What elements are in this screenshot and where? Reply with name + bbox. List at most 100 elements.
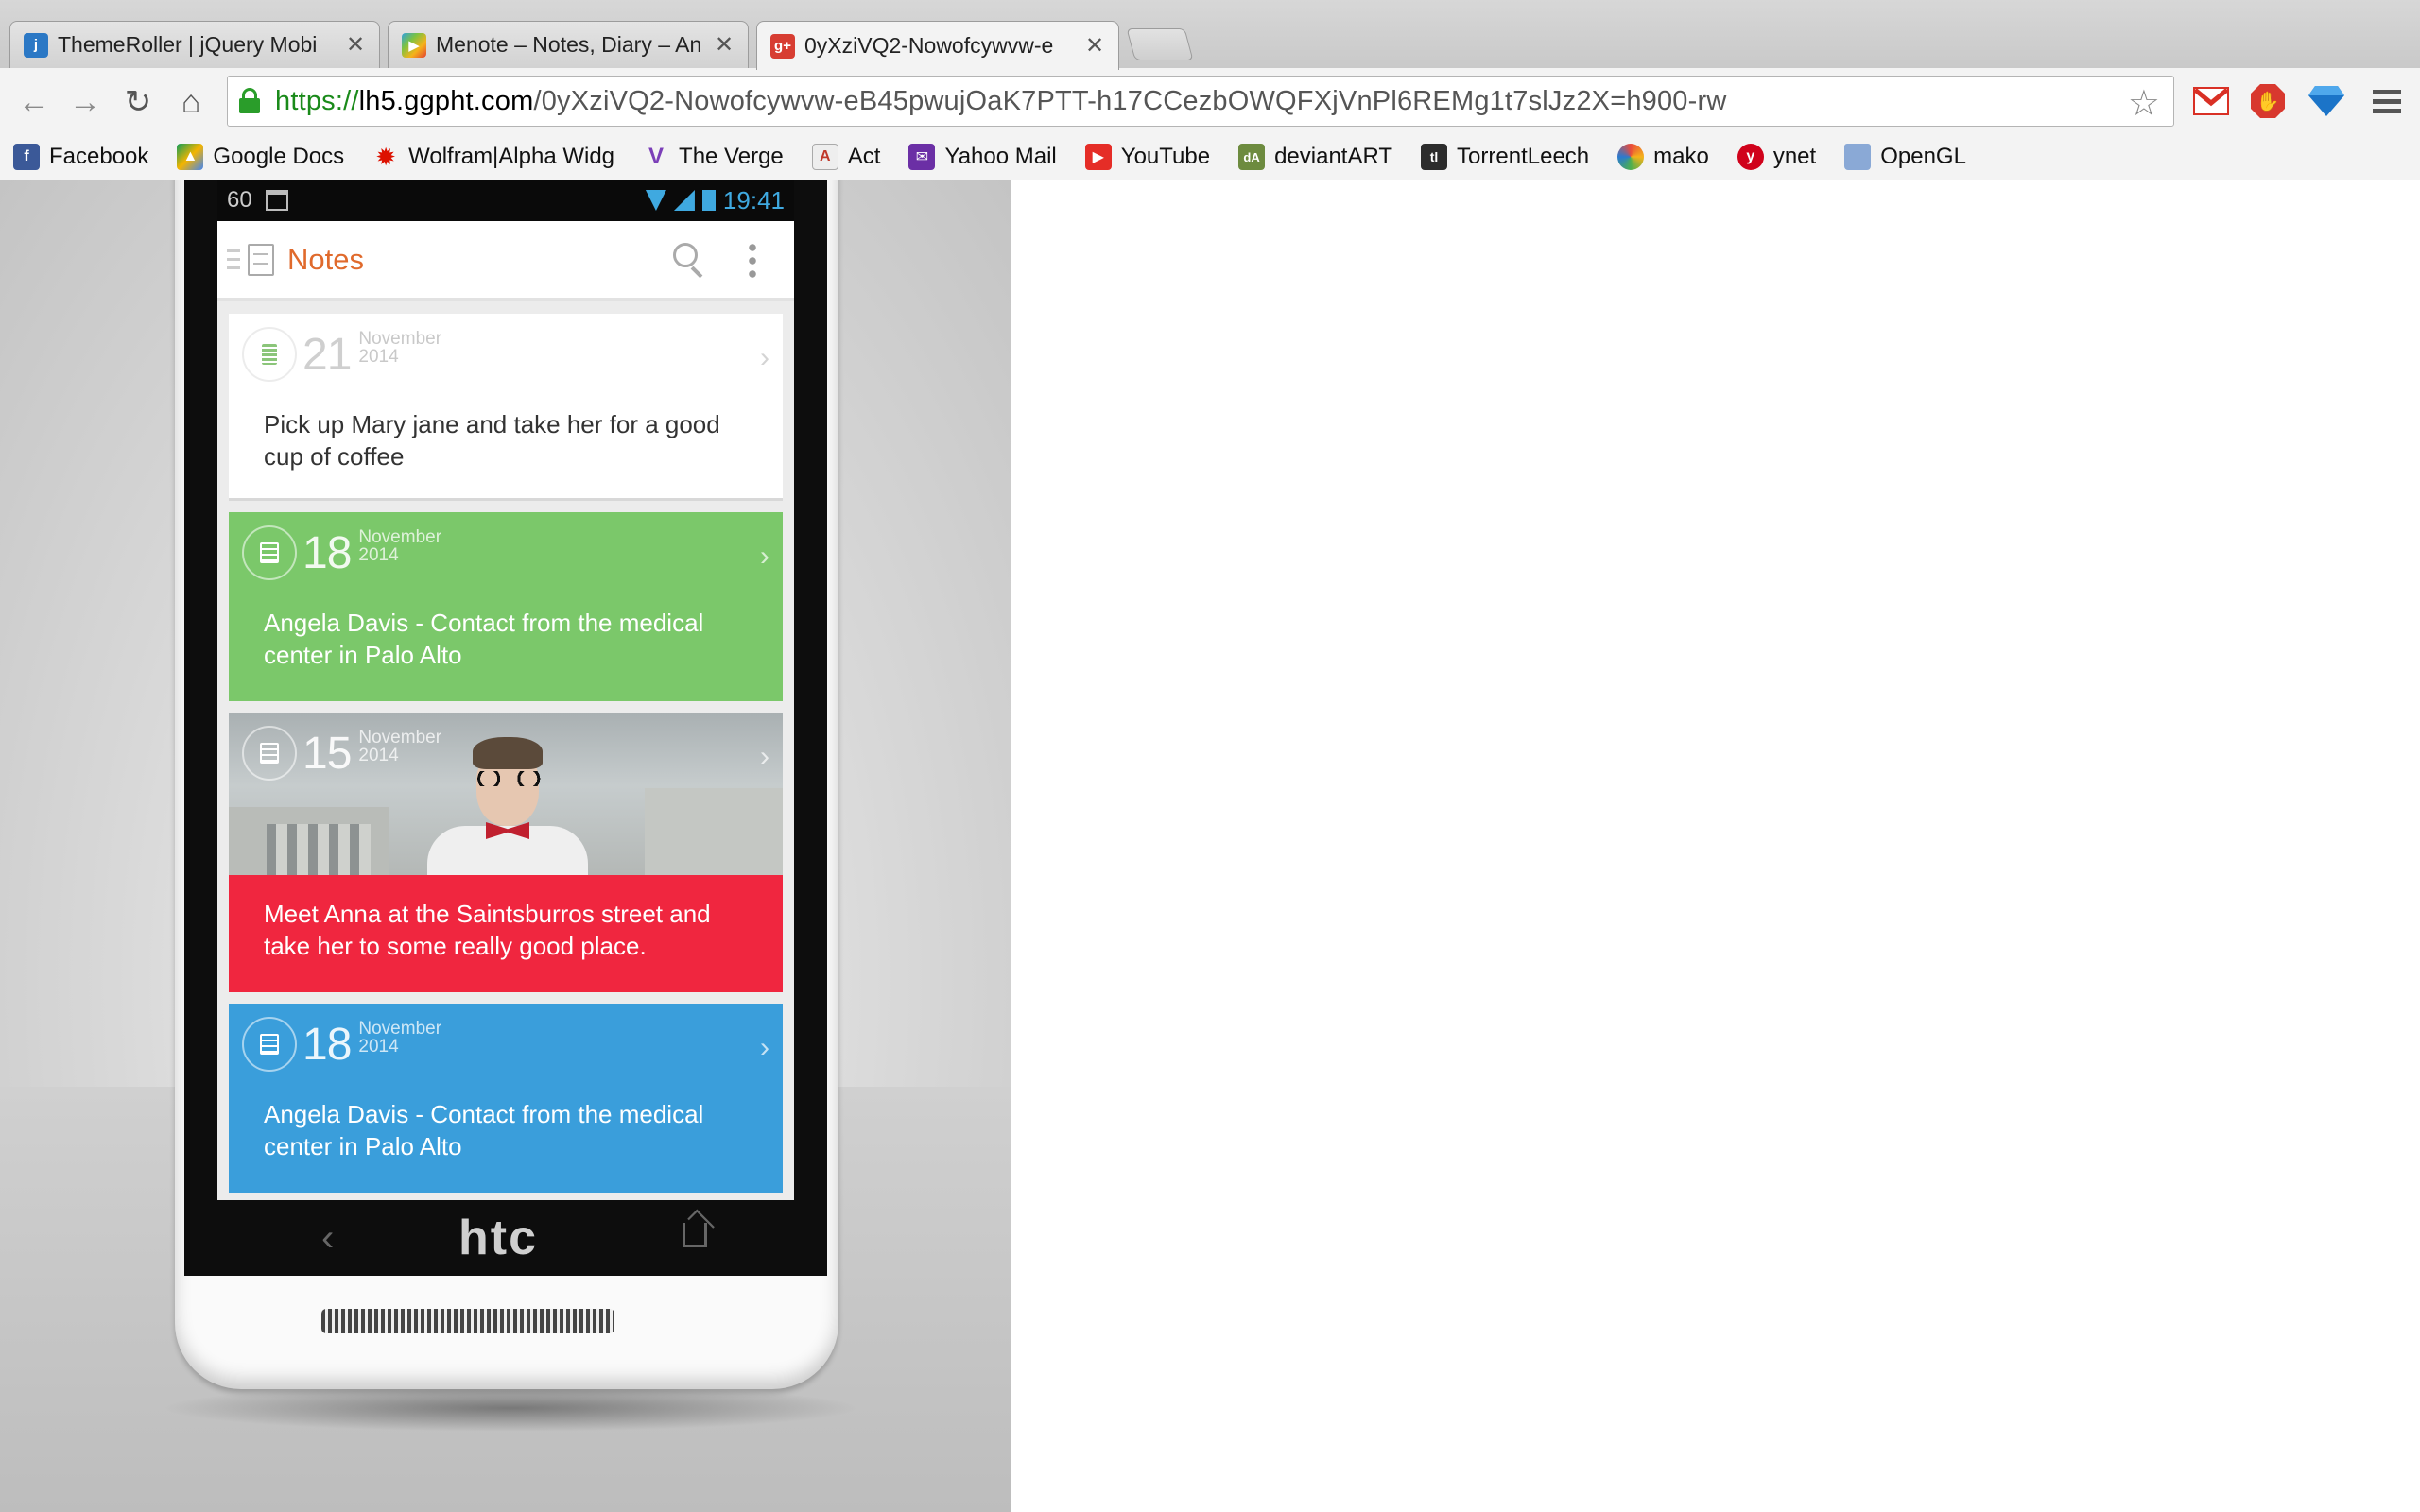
note-card[interactable]: 15 November 2014 › Meet Anna at the Saint…: [229, 713, 783, 992]
address-bar[interactable]: https://lh5.ggpht.com/0yXziVQ2-Nowofcywv…: [227, 76, 2174, 127]
tab-title: 0yXziVQ2-Nowofcywvw-e: [804, 33, 1054, 58]
jquery-favicon-icon: j: [24, 32, 48, 58]
close-tab-icon[interactable]: ✕: [1084, 32, 1105, 60]
note-badge: [242, 525, 297, 580]
url-text: https://lh5.ggpht.com/0yXziVQ2-Nowofcywv…: [275, 85, 1727, 116]
wolfram-icon: ✹: [375, 142, 397, 171]
note-year: 2014: [358, 1037, 399, 1057]
note-day: 21: [302, 329, 352, 380]
note-text: Meet Anna at the Saintsburros street and…: [264, 900, 711, 960]
torrentleech-icon: tl: [1421, 144, 1448, 170]
phone-bezel: 60 19:41 Notes 21 November 2014 › Pick u…: [184, 180, 827, 1276]
verge-icon: V: [648, 144, 665, 169]
note-doc-icon: [260, 743, 279, 764]
note-month: November: [358, 329, 442, 349]
note-text: Angela Davis - Contact from the medical …: [264, 609, 704, 669]
bookmark-mako[interactable]: mako: [1617, 144, 1709, 170]
note-card[interactable]: 18 November 2014 › Angela Davis - Contact…: [229, 1004, 783, 1193]
phone-body: 60 19:41 Notes 21 November 2014 › Pick u…: [175, 180, 838, 1389]
svg-text:✋: ✋: [2256, 90, 2280, 112]
bookmark-yahoo-mail[interactable]: ✉ Yahoo Mail: [908, 144, 1057, 170]
back-arrow-icon[interactable]: ←: [15, 83, 53, 121]
bookmark-ynet[interactable]: y ynet: [1737, 144, 1816, 170]
act-icon: A: [811, 144, 838, 170]
note-doc-icon: [260, 542, 279, 563]
note-badge: [242, 1017, 297, 1072]
folder-icon: [1844, 144, 1872, 170]
note-badge: [242, 726, 297, 781]
diamond-extension-icon[interactable]: [2307, 81, 2346, 121]
note-text: Angela Davis - Contact from the medical …: [264, 1100, 704, 1160]
new-tab-button[interactable]: [1126, 28, 1194, 60]
home-icon[interactable]: ⌂: [172, 83, 210, 121]
facebook-icon: f: [13, 144, 40, 170]
status-left-text: 60: [227, 187, 252, 213]
bookmark-facebook[interactable]: f Facebook: [13, 144, 148, 170]
app-action-bar: Notes: [217, 221, 794, 301]
note-day: 18: [302, 1019, 352, 1070]
bookmark-the-verge[interactable]: V The Verge: [643, 144, 784, 170]
tab-title: Menote – Notes, Diary – An: [436, 32, 702, 57]
calendar-icon: [265, 190, 288, 211]
deviantart-icon: dA: [1238, 144, 1266, 170]
tab-themeroller[interactable]: j ThemeRoller | jQuery Mobi ✕: [9, 21, 380, 68]
app-title: Notes: [287, 242, 364, 276]
menu-icon[interactable]: [2367, 81, 2407, 121]
chevron-right-icon: ›: [760, 541, 769, 572]
ynet-icon: y: [1737, 144, 1764, 170]
search-icon[interactable]: [671, 241, 709, 279]
battery-icon: [701, 190, 716, 211]
note-day: 18: [302, 527, 352, 578]
chevron-right-icon: ›: [760, 342, 769, 373]
chevron-right-icon: ›: [760, 741, 769, 772]
wifi-icon: [645, 190, 666, 211]
browser-chrome: j ThemeRoller | jQuery Mobi ✕ ▶ Menote –…: [0, 0, 2420, 180]
lock-icon: [239, 88, 260, 114]
tab-image[interactable]: g+ 0yXziVQ2-Nowofcywvw-e ✕: [756, 21, 1119, 70]
bookmark-opengl[interactable]: OpenGL: [1844, 144, 1966, 170]
drawer-icon[interactable]: [227, 249, 240, 270]
back-chevron-icon[interactable]: ‹: [321, 1217, 334, 1260]
note-day: 15: [302, 728, 352, 779]
note-doc-icon: [260, 1034, 279, 1055]
status-time: 19:41: [722, 185, 785, 215]
phone-shadow: [161, 1384, 860, 1432]
bookmark-youtube[interactable]: ▶ YouTube: [1084, 144, 1210, 170]
note-month: November: [358, 728, 442, 747]
tab-menote[interactable]: ▶ Menote – Notes, Diary – An ✕: [388, 21, 749, 68]
bookmark-act[interactable]: A Act: [811, 144, 880, 170]
speaker-grille: [321, 1309, 614, 1333]
overflow-menu-icon[interactable]: [749, 240, 756, 279]
note-doc-icon: [262, 344, 277, 365]
adblock-icon[interactable]: ✋: [2248, 81, 2288, 121]
forward-arrow-icon[interactable]: →: [66, 83, 104, 121]
phone-mockup-image: 60 19:41 Notes 21 November 2014 › Pick u…: [0, 180, 1011, 1512]
note-card[interactable]: 21 November 2014 › Pick up Mary jane and …: [229, 314, 783, 501]
chevron-right-icon: ›: [760, 1032, 769, 1063]
notes-doc-icon: [248, 243, 274, 276]
note-month: November: [358, 1019, 442, 1039]
toolbar: ← → ↻ ⌂ https://lh5.ggpht.com/0yXziVQ2-N…: [0, 68, 2420, 134]
google-plus-favicon-icon: g+: [770, 33, 795, 59]
bookmark-deviantart[interactable]: dA deviantART: [1238, 144, 1392, 170]
gmail-icon[interactable]: [2191, 81, 2231, 121]
tab-strip: j ThemeRoller | jQuery Mobi ✕ ▶ Menote –…: [0, 0, 2420, 70]
bookmark-wolfram[interactable]: ✹ Wolfram|Alpha Widg: [372, 142, 614, 171]
page-content: 60 19:41 Notes 21 November 2014 › Pick u…: [0, 180, 2420, 1512]
note-month: November: [358, 527, 442, 547]
status-bar: 60 19:41: [217, 180, 794, 221]
note-card[interactable]: 18 November 2014 › Angela Davis - Contact…: [229, 512, 783, 701]
note-badge: [242, 327, 297, 382]
bookmark-star-icon[interactable]: ☆: [2128, 82, 2160, 125]
mako-icon: [1617, 144, 1645, 170]
bookmark-torrentleech[interactable]: tl TorrentLeech: [1421, 144, 1589, 170]
youtube-icon: ▶: [1084, 144, 1112, 170]
close-tab-icon[interactable]: ✕: [345, 31, 366, 59]
bookmark-google-docs[interactable]: ▲ Google Docs: [177, 144, 344, 170]
brand-logo: htc: [458, 1211, 538, 1265]
signal-icon: [673, 190, 695, 211]
phone-nav-bar: ‹ htc: [184, 1200, 837, 1276]
close-tab-icon[interactable]: ✕: [714, 31, 735, 59]
home-outline-icon[interactable]: [683, 1223, 707, 1247]
reload-icon[interactable]: ↻: [119, 83, 157, 121]
